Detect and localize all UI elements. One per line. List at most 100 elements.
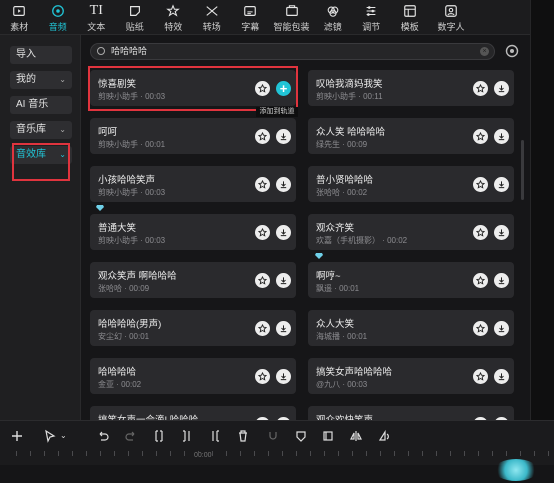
download-icon[interactable] bbox=[494, 129, 509, 144]
download-icon[interactable] bbox=[276, 129, 291, 144]
sound-meta: @九八 · 00:03 bbox=[316, 380, 368, 389]
sound-card[interactable]: 搞笑女声哈哈哈哈 @九八 · 00:03 bbox=[308, 358, 514, 394]
clear-icon[interactable]: × bbox=[480, 47, 489, 56]
sound-card[interactable]: 众人笑 哈哈哈哈 绿先生 · 00:09 bbox=[308, 118, 514, 154]
download-icon[interactable] bbox=[494, 81, 509, 96]
ruler-tick bbox=[268, 451, 269, 456]
sound-title: 搞笑女声哈哈哈哈 bbox=[316, 367, 393, 378]
favorite-star-icon[interactable] bbox=[473, 225, 488, 240]
mark-icon[interactable] bbox=[294, 429, 308, 443]
download-icon[interactable] bbox=[494, 225, 509, 240]
sound-card[interactable]: 哈哈哈哈(男声) 安尘幻 · 00:01 bbox=[90, 310, 296, 346]
media-icon bbox=[11, 3, 27, 19]
download-icon[interactable] bbox=[494, 273, 509, 288]
tab-digital-human[interactable]: 数字人 bbox=[429, 0, 473, 34]
sound-title: 哈哈哈哈(男声) bbox=[98, 319, 162, 330]
favorite-star-icon[interactable] bbox=[473, 129, 488, 144]
favorite-star-icon[interactable] bbox=[255, 273, 270, 288]
sound-card[interactable]: 哈哈哈哈 金亚 · 00:02 bbox=[90, 358, 296, 394]
add-to-track-button[interactable]: + bbox=[276, 81, 291, 96]
sound-card[interactable]: 惊喜剧笑 剪映小助手 · 00:03 + bbox=[90, 70, 296, 106]
download-icon[interactable] bbox=[276, 225, 291, 240]
sound-card[interactable]: 观众齐笑 欢嘉（手机摄影） · 00:02 bbox=[308, 214, 514, 250]
ruler-tick bbox=[324, 451, 325, 456]
favorite-star-icon[interactable] bbox=[255, 225, 270, 240]
tab-audio[interactable]: 音频 bbox=[39, 0, 78, 34]
favorite-star-icon[interactable] bbox=[255, 177, 270, 192]
tab-adjust[interactable]: 调节 bbox=[352, 0, 391, 34]
download-icon[interactable] bbox=[276, 177, 291, 192]
tab-effects[interactable]: 特效 bbox=[154, 0, 193, 34]
tab-subtitle[interactable]: 字幕 bbox=[231, 0, 270, 34]
scrollbar[interactable] bbox=[521, 140, 524, 200]
download-icon[interactable] bbox=[494, 321, 509, 336]
freeze-icon[interactable] bbox=[266, 429, 280, 443]
tab-media[interactable]: 素材 bbox=[0, 0, 39, 34]
download-icon[interactable] bbox=[494, 177, 509, 192]
sidebar-item-music-library[interactable]: 音乐库 ⌄ bbox=[10, 121, 72, 139]
ruler-tick bbox=[198, 451, 199, 456]
crop-icon[interactable] bbox=[321, 429, 335, 443]
right-panel-edge bbox=[530, 0, 554, 420]
sound-card[interactable]: 啊哼~ 飘遥 · 00:01 bbox=[308, 262, 514, 298]
sidebar-item-import[interactable]: 导入 bbox=[10, 46, 72, 64]
sidebar-item-mine[interactable]: 我的 ⌄ bbox=[10, 71, 72, 89]
download-icon[interactable] bbox=[276, 321, 291, 336]
favorite-star-icon[interactable] bbox=[255, 129, 270, 144]
tab-template[interactable]: 模板 bbox=[391, 0, 430, 34]
ruler-tick bbox=[534, 451, 535, 456]
tab-smart-package[interactable]: 智能包装 bbox=[270, 0, 314, 34]
sound-title: 啊哼~ bbox=[316, 271, 341, 282]
sound-meta: 张哈哈 · 00:02 bbox=[316, 188, 368, 197]
tab-transition[interactable]: 转场 bbox=[193, 0, 232, 34]
add-to-track-tooltip: 添加到轨道 bbox=[256, 107, 298, 117]
download-icon[interactable] bbox=[494, 369, 509, 384]
sound-card[interactable]: 众人大笑 海城播 · 00:01 bbox=[308, 310, 514, 346]
sound-title: 哈哈哈哈 bbox=[98, 367, 137, 378]
sound-card[interactable]: 普小贤哈哈哈 张哈哈 · 00:02 bbox=[308, 166, 514, 202]
delete-icon[interactable] bbox=[236, 429, 250, 443]
download-icon[interactable] bbox=[276, 273, 291, 288]
favorite-star-icon[interactable] bbox=[473, 177, 488, 192]
ruler-tick bbox=[422, 451, 423, 456]
tab-text[interactable]: TI 文本 bbox=[77, 0, 116, 34]
rotate-icon[interactable] bbox=[377, 429, 391, 443]
timeline-ruler: 00:00 bbox=[0, 451, 554, 463]
sound-meta: 欢嘉（手机摄影） · 00:02 bbox=[316, 236, 408, 245]
sound-card[interactable]: 普通大笑 剪映小助手 · 00:03 bbox=[90, 214, 296, 250]
favorite-star-icon[interactable] bbox=[473, 81, 488, 96]
sound-card[interactable]: 观众笑声 啊哈哈哈 张哈哈 · 00:09 bbox=[90, 262, 296, 298]
sidebar-item-ai-music[interactable]: AI 音乐 bbox=[10, 96, 72, 114]
ruler-tick bbox=[380, 451, 381, 456]
tab-filter[interactable]: 滤镜 bbox=[314, 0, 353, 34]
sound-card[interactable]: 叹哈我滴妈我笑 剪映小助手 · 00:11 bbox=[308, 70, 514, 106]
ruler-tick bbox=[436, 451, 437, 456]
favorite-star-icon[interactable] bbox=[255, 369, 270, 384]
settings-icon[interactable] bbox=[505, 44, 519, 58]
download-icon[interactable] bbox=[276, 369, 291, 384]
sidebar-item-sound-effects[interactable]: 音效库 ⌄ bbox=[10, 146, 72, 164]
favorite-star-icon[interactable] bbox=[473, 369, 488, 384]
mirror-icon[interactable] bbox=[349, 429, 363, 443]
tab-sticker[interactable]: 贴纸 bbox=[116, 0, 155, 34]
chevron-down-icon: ⌄ bbox=[59, 150, 66, 159]
favorite-star-icon[interactable] bbox=[255, 321, 270, 336]
tab-label: 字幕 bbox=[241, 22, 260, 32]
split-right-icon[interactable] bbox=[208, 429, 222, 443]
ruler-tick bbox=[30, 451, 31, 456]
add-icon[interactable] bbox=[10, 429, 24, 443]
select-cursor-icon[interactable] bbox=[43, 429, 57, 443]
favorite-star-icon[interactable] bbox=[473, 321, 488, 336]
split-icon[interactable] bbox=[152, 429, 166, 443]
redo-icon[interactable] bbox=[124, 429, 138, 443]
favorite-star-icon[interactable] bbox=[255, 81, 270, 96]
favorite-star-icon[interactable] bbox=[473, 273, 488, 288]
search-input[interactable]: 哈哈哈哈 × bbox=[90, 43, 495, 60]
ruler-tick bbox=[86, 451, 87, 456]
split-left-icon[interactable] bbox=[180, 429, 194, 443]
chevron-down-icon[interactable]: ⌄ bbox=[60, 431, 74, 445]
sound-card[interactable]: 小孩哈哈笑声 剪映小助手 · 00:03 bbox=[90, 166, 296, 202]
sound-card[interactable]: 呵呵 剪映小助手 · 00:01 bbox=[90, 118, 296, 154]
timeline-track-area[interactable] bbox=[0, 459, 554, 483]
undo-icon[interactable] bbox=[96, 429, 110, 443]
